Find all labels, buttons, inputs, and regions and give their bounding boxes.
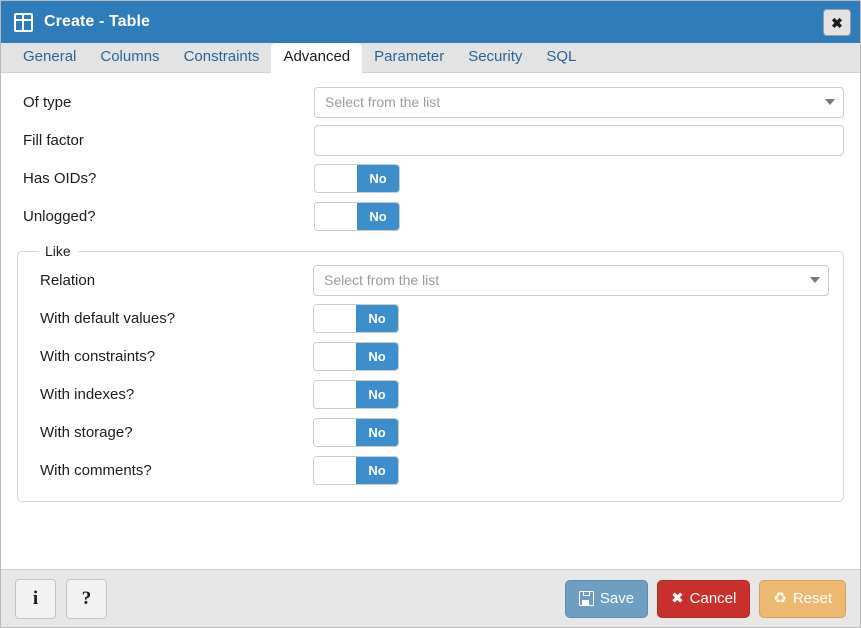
- fill-factor-input[interactable]: [314, 124, 844, 156]
- unlogged-toggle-value: No: [357, 202, 399, 230]
- of-type-label: Of type: [23, 93, 72, 111]
- has-oids-toggle[interactable]: No: [314, 163, 400, 193]
- toggle-knob: [315, 202, 357, 230]
- unlogged-label: Unlogged?: [23, 207, 96, 225]
- create-table-dialog: Create - Table ✖ General Columns Constra…: [0, 0, 861, 628]
- with-storage-toggle-value: No: [356, 418, 398, 446]
- with-comments-toggle[interactable]: No: [313, 455, 399, 485]
- toggle-knob: [314, 456, 356, 484]
- with-default-values-toggle[interactable]: No: [313, 303, 399, 333]
- tab-constraints[interactable]: Constraints: [172, 44, 272, 72]
- toggle-knob: [314, 380, 356, 408]
- floppy-disk-icon: [578, 591, 594, 606]
- row-has-oids: Has OIDs? No: [17, 159, 844, 197]
- with-indexes-label: With indexes?: [40, 385, 135, 403]
- with-default-values-toggle-value: No: [356, 304, 398, 332]
- close-icon[interactable]: ✖: [823, 9, 851, 36]
- toggle-knob: [315, 164, 357, 192]
- dialog-titlebar: Create - Table ✖: [1, 1, 860, 43]
- help-button[interactable]: ?: [66, 578, 107, 619]
- cancel-button[interactable]: ✖ Cancel: [657, 579, 751, 618]
- recycle-icon: ♻: [773, 590, 787, 607]
- with-indexes-toggle[interactable]: No: [313, 379, 399, 409]
- like-fieldset: Like Relation Select from the list With …: [17, 243, 844, 502]
- with-indexes-toggle-value: No: [356, 380, 398, 408]
- tab-sql[interactable]: SQL: [534, 44, 588, 72]
- cancel-button-label: Cancel: [689, 590, 737, 607]
- tab-general[interactable]: General: [11, 44, 88, 72]
- tab-parameter[interactable]: Parameter: [362, 44, 456, 72]
- tab-columns[interactable]: Columns: [88, 44, 171, 72]
- row-relation: Relation Select from the list: [32, 261, 829, 299]
- relation-select-value: Select from the list: [324, 272, 440, 288]
- reset-button[interactable]: ♻ Reset: [759, 579, 846, 618]
- dialog-title: Create - Table: [44, 13, 151, 30]
- relation-label: Relation: [40, 271, 96, 289]
- row-with-default-values: With default values? No: [32, 299, 829, 337]
- tab-security[interactable]: Security: [456, 44, 534, 72]
- with-storage-label: With storage?: [40, 423, 133, 441]
- tab-advanced[interactable]: Advanced: [271, 43, 363, 73]
- reset-button-label: Reset: [792, 590, 832, 607]
- dialog-footer: i ? Save ✖ Cancel ♻ Reset: [1, 569, 860, 627]
- info-button[interactable]: i: [15, 578, 56, 619]
- chevron-down-icon: [810, 277, 820, 283]
- row-of-type: Of type Select from the list: [17, 83, 844, 121]
- toggle-knob: [314, 304, 356, 332]
- with-constraints-toggle-value: No: [356, 342, 398, 370]
- save-button[interactable]: Save: [564, 579, 649, 618]
- with-default-values-label: With default values?: [40, 309, 176, 327]
- relation-select[interactable]: Select from the list: [313, 264, 829, 296]
- with-comments-toggle-value: No: [356, 456, 398, 484]
- has-oids-toggle-value: No: [357, 164, 399, 192]
- toggle-knob: [314, 342, 356, 370]
- table-grid-icon: [14, 12, 33, 32]
- with-storage-toggle[interactable]: No: [313, 417, 399, 447]
- row-with-indexes: With indexes? No: [32, 375, 829, 413]
- row-with-comments: With comments? No: [32, 451, 829, 489]
- chevron-down-icon: [825, 99, 835, 105]
- with-comments-label: With comments?: [40, 461, 152, 479]
- row-unlogged: Unlogged? No: [17, 197, 844, 235]
- with-constraints-label: With constraints?: [40, 347, 156, 365]
- has-oids-label: Has OIDs?: [23, 169, 97, 187]
- row-with-constraints: With constraints? No: [32, 337, 829, 375]
- fill-factor-label: Fill factor: [23, 131, 84, 149]
- like-legend: Like: [45, 243, 71, 259]
- save-button-label: Save: [599, 590, 635, 607]
- row-with-storage: With storage? No: [32, 413, 829, 451]
- toggle-knob: [314, 418, 356, 446]
- close-x-icon: ✖: [671, 590, 684, 607]
- of-type-select[interactable]: Select from the list: [314, 86, 844, 118]
- of-type-select-value: Select from the list: [325, 94, 441, 110]
- row-fill-factor: Fill factor: [17, 121, 844, 159]
- unlogged-toggle[interactable]: No: [314, 201, 400, 231]
- with-constraints-toggle[interactable]: No: [313, 341, 399, 371]
- advanced-tab-panel: Of type Select from the list Fill factor…: [1, 73, 860, 569]
- tab-bar: General Columns Constraints Advanced Par…: [1, 43, 860, 73]
